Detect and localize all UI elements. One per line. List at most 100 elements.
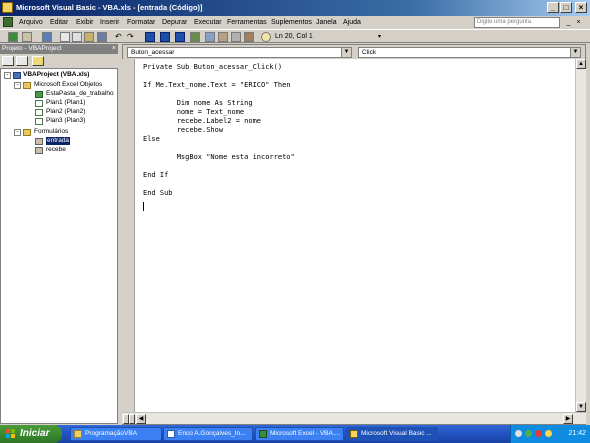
worksheet-icon bbox=[35, 109, 43, 116]
folder-icon bbox=[74, 430, 82, 438]
tree-item-vbaproject[interactable]: VBAProject (VBA.xls) bbox=[23, 71, 89, 79]
vbaproject-icon bbox=[13, 72, 21, 79]
tray-icon[interactable] bbox=[545, 430, 552, 437]
vba-app-icon[interactable] bbox=[2, 2, 13, 13]
taskbar-item-excel[interactable]: Microsoft Excel - VBA.... bbox=[255, 427, 344, 441]
userform-icon bbox=[35, 147, 43, 154]
tray-icon[interactable] bbox=[525, 430, 532, 437]
procedure-combo-value: Click bbox=[362, 49, 377, 56]
find-icon[interactable] bbox=[97, 32, 107, 42]
object-combo[interactable]: Buton_acessar ▼ bbox=[127, 47, 352, 58]
menu-ajuda[interactable]: Ajuda bbox=[343, 17, 361, 28]
taskbar: Iniciar ProgramaçãoVBA Erico A.Gonçalves… bbox=[0, 425, 590, 443]
menu-editar[interactable]: Editar bbox=[50, 17, 68, 28]
scroll-right-icon[interactable]: ▶ bbox=[563, 414, 573, 424]
menu-inserir[interactable]: Inserir bbox=[100, 17, 119, 28]
design-mode-icon[interactable] bbox=[190, 32, 200, 42]
scroll-down-icon[interactable]: ▼ bbox=[576, 402, 586, 412]
help-search-input[interactable]: Digite uma pergunta bbox=[474, 17, 560, 28]
excel-icon bbox=[259, 430, 267, 438]
menu-arquivo[interactable]: Arquivo bbox=[19, 17, 43, 28]
menu-executar[interactable]: Executar bbox=[194, 17, 222, 28]
horizontal-scrollbar[interactable]: ◀ ▶ bbox=[122, 412, 586, 424]
chevron-down-icon[interactable]: ▼ bbox=[570, 48, 580, 57]
menu-depurar[interactable]: Depurar bbox=[162, 17, 187, 28]
undo-icon[interactable]: ↶ bbox=[115, 32, 125, 42]
margin-indicator-bar[interactable] bbox=[122, 59, 135, 412]
code-line: If Me.Text_nome.Text = "ERICO" Then bbox=[143, 81, 291, 89]
collapse-icon[interactable]: - bbox=[14, 82, 21, 89]
view-object-icon[interactable] bbox=[16, 56, 28, 66]
vertical-scrollbar[interactable]: ▲ ▼ bbox=[575, 59, 586, 412]
taskbar-item-label: Microsoft Excel - VBA.... bbox=[270, 430, 341, 437]
tree-item-estapasta[interactable]: EstaPasta_de_trabalho bbox=[46, 90, 114, 98]
run-icon[interactable] bbox=[145, 32, 155, 42]
code-line: nome = Text_nome bbox=[143, 108, 245, 116]
collapse-icon[interactable]: - bbox=[4, 72, 11, 79]
menu-janela[interactable]: Janela bbox=[316, 17, 337, 28]
menu-ferramentas[interactable]: Ferramentas bbox=[227, 17, 267, 28]
chevron-down-icon[interactable]: ▼ bbox=[341, 48, 351, 57]
tray-icon[interactable] bbox=[515, 430, 522, 437]
view-code-icon[interactable] bbox=[2, 56, 14, 66]
help-icon[interactable] bbox=[261, 32, 271, 42]
redo-icon[interactable]: ↷ bbox=[127, 32, 137, 42]
save-icon[interactable] bbox=[42, 32, 52, 42]
collapse-icon[interactable]: - bbox=[14, 129, 21, 136]
mdi-minimize-button[interactable]: _ bbox=[564, 18, 573, 27]
project-pane-title-text: Projeto - VBAProject bbox=[2, 45, 62, 52]
title-bar[interactable]: Microsoft Visual Basic - VBA.xls - [entr… bbox=[0, 0, 590, 16]
start-button[interactable]: Iniciar bbox=[0, 425, 62, 443]
scroll-up-icon[interactable]: ▲ bbox=[576, 59, 586, 69]
module-icon[interactable] bbox=[3, 17, 13, 27]
taskbar-item-erico[interactable]: Erico A.Gonçalves_In... bbox=[163, 427, 253, 441]
minimize-button[interactable]: _ bbox=[547, 2, 559, 13]
cut-icon[interactable] bbox=[60, 32, 70, 42]
code-editor[interactable]: Private Sub Buton_acessar_Click() If Me.… bbox=[135, 59, 575, 412]
insert-userform-icon[interactable] bbox=[22, 32, 32, 42]
code-line: Private Sub Buton_acessar_Click() bbox=[143, 63, 283, 71]
procedure-combo[interactable]: Click ▼ bbox=[358, 47, 581, 58]
taskbar-item-visual-basic[interactable]: Microsoft Visual Basic ... bbox=[346, 427, 438, 441]
code-line: recebe.Label2 = nome bbox=[143, 117, 262, 125]
toolbox-icon[interactable] bbox=[244, 32, 254, 42]
mdi-close-button[interactable]: × bbox=[574, 18, 583, 27]
menu-formatar[interactable]: Formatar bbox=[127, 17, 155, 28]
standard-toolbar: ↶ ↷ Ln 20, Col 1 ▾ bbox=[0, 29, 590, 43]
full-module-view-icon[interactable] bbox=[129, 414, 135, 424]
tree-item-excel-objects[interactable]: Microsoft Excel Objetos bbox=[34, 81, 102, 89]
object-browser-icon[interactable] bbox=[231, 32, 241, 42]
break-icon[interactable] bbox=[160, 32, 170, 42]
folder-icon bbox=[23, 129, 31, 136]
properties-icon[interactable] bbox=[218, 32, 228, 42]
object-combo-value: Buton_acessar bbox=[131, 49, 175, 56]
reset-icon[interactable] bbox=[175, 32, 185, 42]
document-icon bbox=[167, 430, 175, 438]
tree-item-entrada[interactable]: entrada bbox=[46, 137, 71, 145]
tree-item-plan2[interactable]: Plan2 (Plan2) bbox=[46, 108, 85, 116]
maximize-button[interactable]: □ bbox=[560, 2, 572, 13]
system-tray: 21:42 bbox=[510, 425, 590, 443]
menu-suplementos[interactable]: Suplementos bbox=[271, 17, 312, 28]
project-pane-toolbar bbox=[0, 54, 118, 68]
taskbar-item-programacaovba[interactable]: ProgramaçãoVBA bbox=[70, 427, 162, 441]
close-button[interactable]: × bbox=[575, 2, 587, 13]
cursor-position: Ln 20, Col 1 bbox=[275, 33, 313, 40]
scroll-left-icon[interactable]: ◀ bbox=[136, 414, 146, 424]
tray-icon[interactable] bbox=[535, 430, 542, 437]
close-project-pane-icon[interactable]: × bbox=[112, 44, 116, 54]
tree-item-plan3[interactable]: Plan3 (Plan3) bbox=[46, 117, 85, 125]
menu-bar: Arquivo Editar Exibir Inserir Formatar D… bbox=[0, 16, 590, 29]
project-explorer-icon[interactable] bbox=[205, 32, 215, 42]
menu-exibir[interactable]: Exibir bbox=[76, 17, 94, 28]
copy-icon[interactable] bbox=[72, 32, 82, 42]
toggle-folders-icon[interactable] bbox=[32, 56, 44, 66]
tree-item-recebe[interactable]: recebe bbox=[46, 146, 66, 154]
worksheet-icon bbox=[35, 100, 43, 107]
tree-item-formularios[interactable]: Formulários bbox=[34, 128, 68, 136]
toolbar-options-icon[interactable]: ▾ bbox=[378, 34, 385, 40]
project-pane-title: Projeto - VBAProject × bbox=[0, 44, 118, 54]
tree-item-plan1[interactable]: Plan1 (Plan1) bbox=[46, 99, 85, 107]
paste-icon[interactable] bbox=[84, 32, 94, 42]
view-excel-icon[interactable] bbox=[8, 32, 18, 42]
